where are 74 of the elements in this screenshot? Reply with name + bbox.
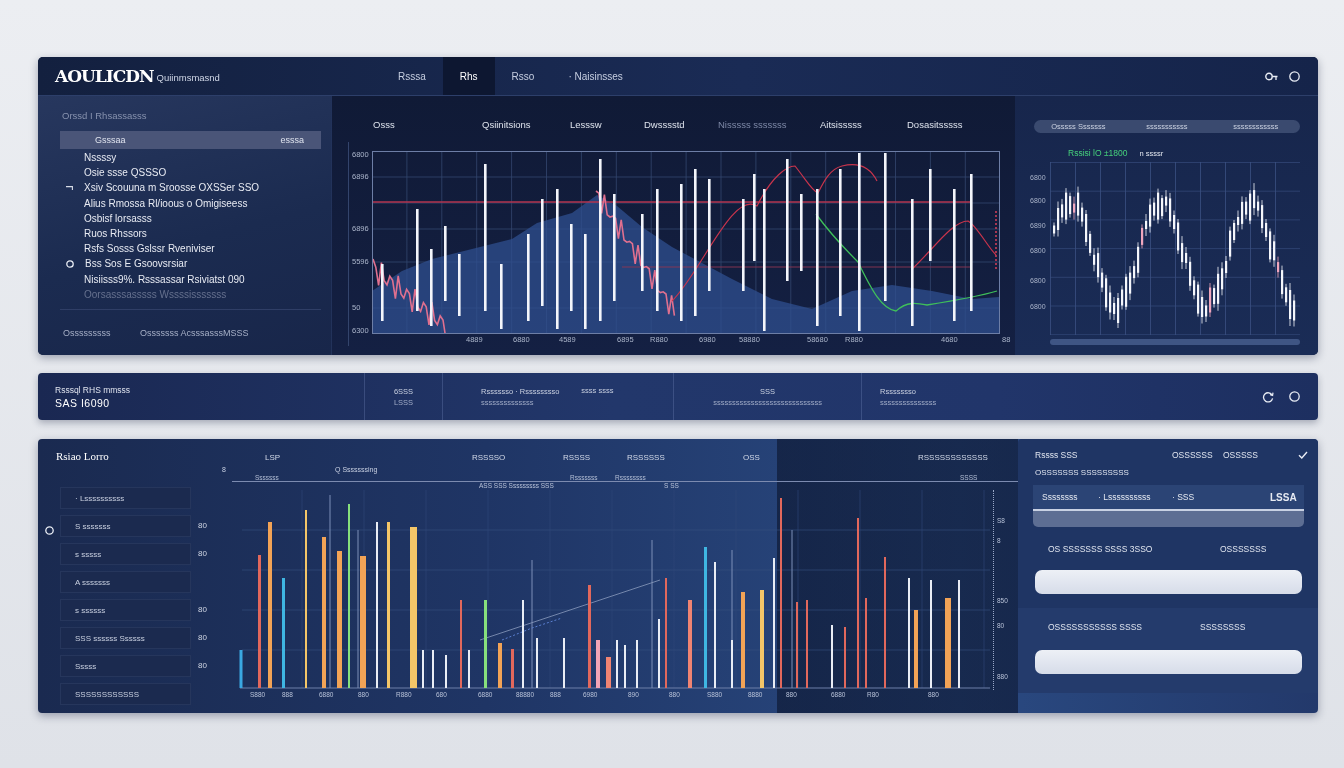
ring-icon[interactable] — [1289, 391, 1300, 402]
list-item[interactable]: SSS ssssss Ssssss — [60, 627, 191, 649]
field-text: · SSS — [1172, 492, 1195, 502]
panel-title: Rsiao Lorro — [56, 451, 110, 462]
ring-icon[interactable] — [1289, 70, 1300, 82]
column-label: Dwsssstd — [644, 119, 685, 131]
sidebar-item[interactable]: Bss Sos E Gsoovsrsiar — [66, 256, 188, 272]
check-icon[interactable] — [1298, 451, 1308, 459]
column-label: Dosasitsssss — [907, 119, 963, 131]
field-label: OSSSSSSSSSSS SSSS — [1048, 622, 1142, 632]
field-text: LSSA — [1270, 491, 1297, 503]
column-label: RSSSS — [563, 452, 591, 464]
column-label: Lesssw — [570, 119, 602, 131]
form-title: Rssss SSS — [1035, 449, 1078, 461]
column-label: Qsiinitsions — [482, 119, 531, 131]
list-item[interactable]: s sssss — [60, 543, 191, 565]
nav-tab[interactable]: Rsso — [494, 57, 552, 95]
input-field[interactable] — [1035, 650, 1302, 674]
hook-icon — [66, 185, 73, 190]
input-field[interactable] — [1035, 570, 1302, 594]
list-item[interactable]: s ssssss — [60, 599, 191, 621]
sidebar-item[interactable]: Alius Rmossa Rl/ioous o Omigiseess — [84, 195, 248, 211]
field-label: OS SSSSSSS SSSS 3SSO — [1048, 544, 1153, 554]
sidebar-item[interactable]: Xsiv Scouuna m Sroosse OXSSer SSO — [66, 180, 260, 196]
item-value: esssa — [280, 135, 304, 145]
column-label: Nisssss sssssss — [718, 119, 787, 131]
sidebar-item[interactable]: Nssssy — [84, 150, 117, 166]
sidebar-item[interactable]: Rsfs Sosss Gslssr Rveniviser — [84, 241, 215, 257]
footer-text: Osssssssss — [63, 327, 111, 339]
refresh-icon[interactable] — [1262, 390, 1274, 403]
sidebar-heading: Orssd I Rhsassasss — [61, 110, 147, 122]
item-value: 80 — [198, 605, 207, 615]
item-value: 80 — [198, 549, 207, 559]
column-label: OSS — [743, 452, 760, 464]
option-label: OSSSSS — [1223, 449, 1258, 461]
list-item[interactable]: SSSSSSSSSSSS — [60, 683, 191, 705]
item-value: 80 — [198, 661, 207, 671]
list-item[interactable]: Sssss — [60, 655, 191, 677]
ring-icon — [66, 259, 74, 268]
summary-title: Rsssql RHS mmsss — [55, 384, 131, 395]
column-label: RSSSSSSSSSSSS — [918, 452, 988, 464]
item-value: 80 — [198, 633, 207, 643]
list-item[interactable]: S sssssss — [60, 515, 191, 537]
field-text: Ssssssss — [1042, 492, 1078, 502]
field-note: SSSSSSSS — [1200, 622, 1246, 632]
list-item[interactable]: A sssssss — [60, 571, 191, 593]
sidebar-item[interactable]: Ruos Rhssors — [84, 225, 147, 242]
key-icon[interactable] — [1265, 71, 1278, 81]
sidebar-item[interactable]: Osie ssse QSSSO — [84, 165, 167, 181]
ring-icon — [44, 526, 54, 535]
list-item[interactable]: · Lssssssssss — [60, 487, 191, 509]
nav-tab[interactable]: · Naisinsses — [551, 57, 640, 95]
sidebar-item[interactable]: Nisiisss9%. Rsssassar Rsiviatst 090 — [84, 271, 245, 287]
form-caption: OSSSSSSS SSSSSSSSS — [1035, 467, 1129, 478]
field-text: · Lssssssssss — [1098, 492, 1151, 502]
logo-text: AOULICDN — [55, 66, 154, 86]
column-label: Aitsisssss — [820, 119, 862, 131]
summary-subtitle: SAS I6090 — [55, 396, 110, 409]
sidebar-item[interactable]: Osbisf lorsasss — [84, 210, 152, 226]
nav-tab[interactable]: Rsssa — [381, 57, 443, 95]
sidebar-item[interactable]: Gsssaa esssa — [60, 131, 321, 149]
column-label: LSP — [265, 452, 281, 464]
scroll-bar[interactable] — [1050, 339, 1300, 345]
app-subtitle: Quiinmsmasnd — [156, 72, 220, 83]
input-field[interactable] — [1033, 511, 1304, 527]
field-note: OSSSSSSS — [1220, 544, 1267, 554]
legend-value: Rssisi lO ±1800 — [1068, 148, 1128, 158]
column-label: RSSSSO — [472, 452, 506, 464]
column-label: RSSSSSS — [627, 452, 665, 464]
option-label: OSSSSSS — [1172, 449, 1213, 461]
item-value: 80 — [198, 521, 207, 531]
footer-text: Osssssss AcsssasssMSSS — [140, 327, 249, 339]
nav-tab[interactable]: Rhs — [442, 57, 495, 95]
column-label: Osss — [373, 119, 395, 131]
